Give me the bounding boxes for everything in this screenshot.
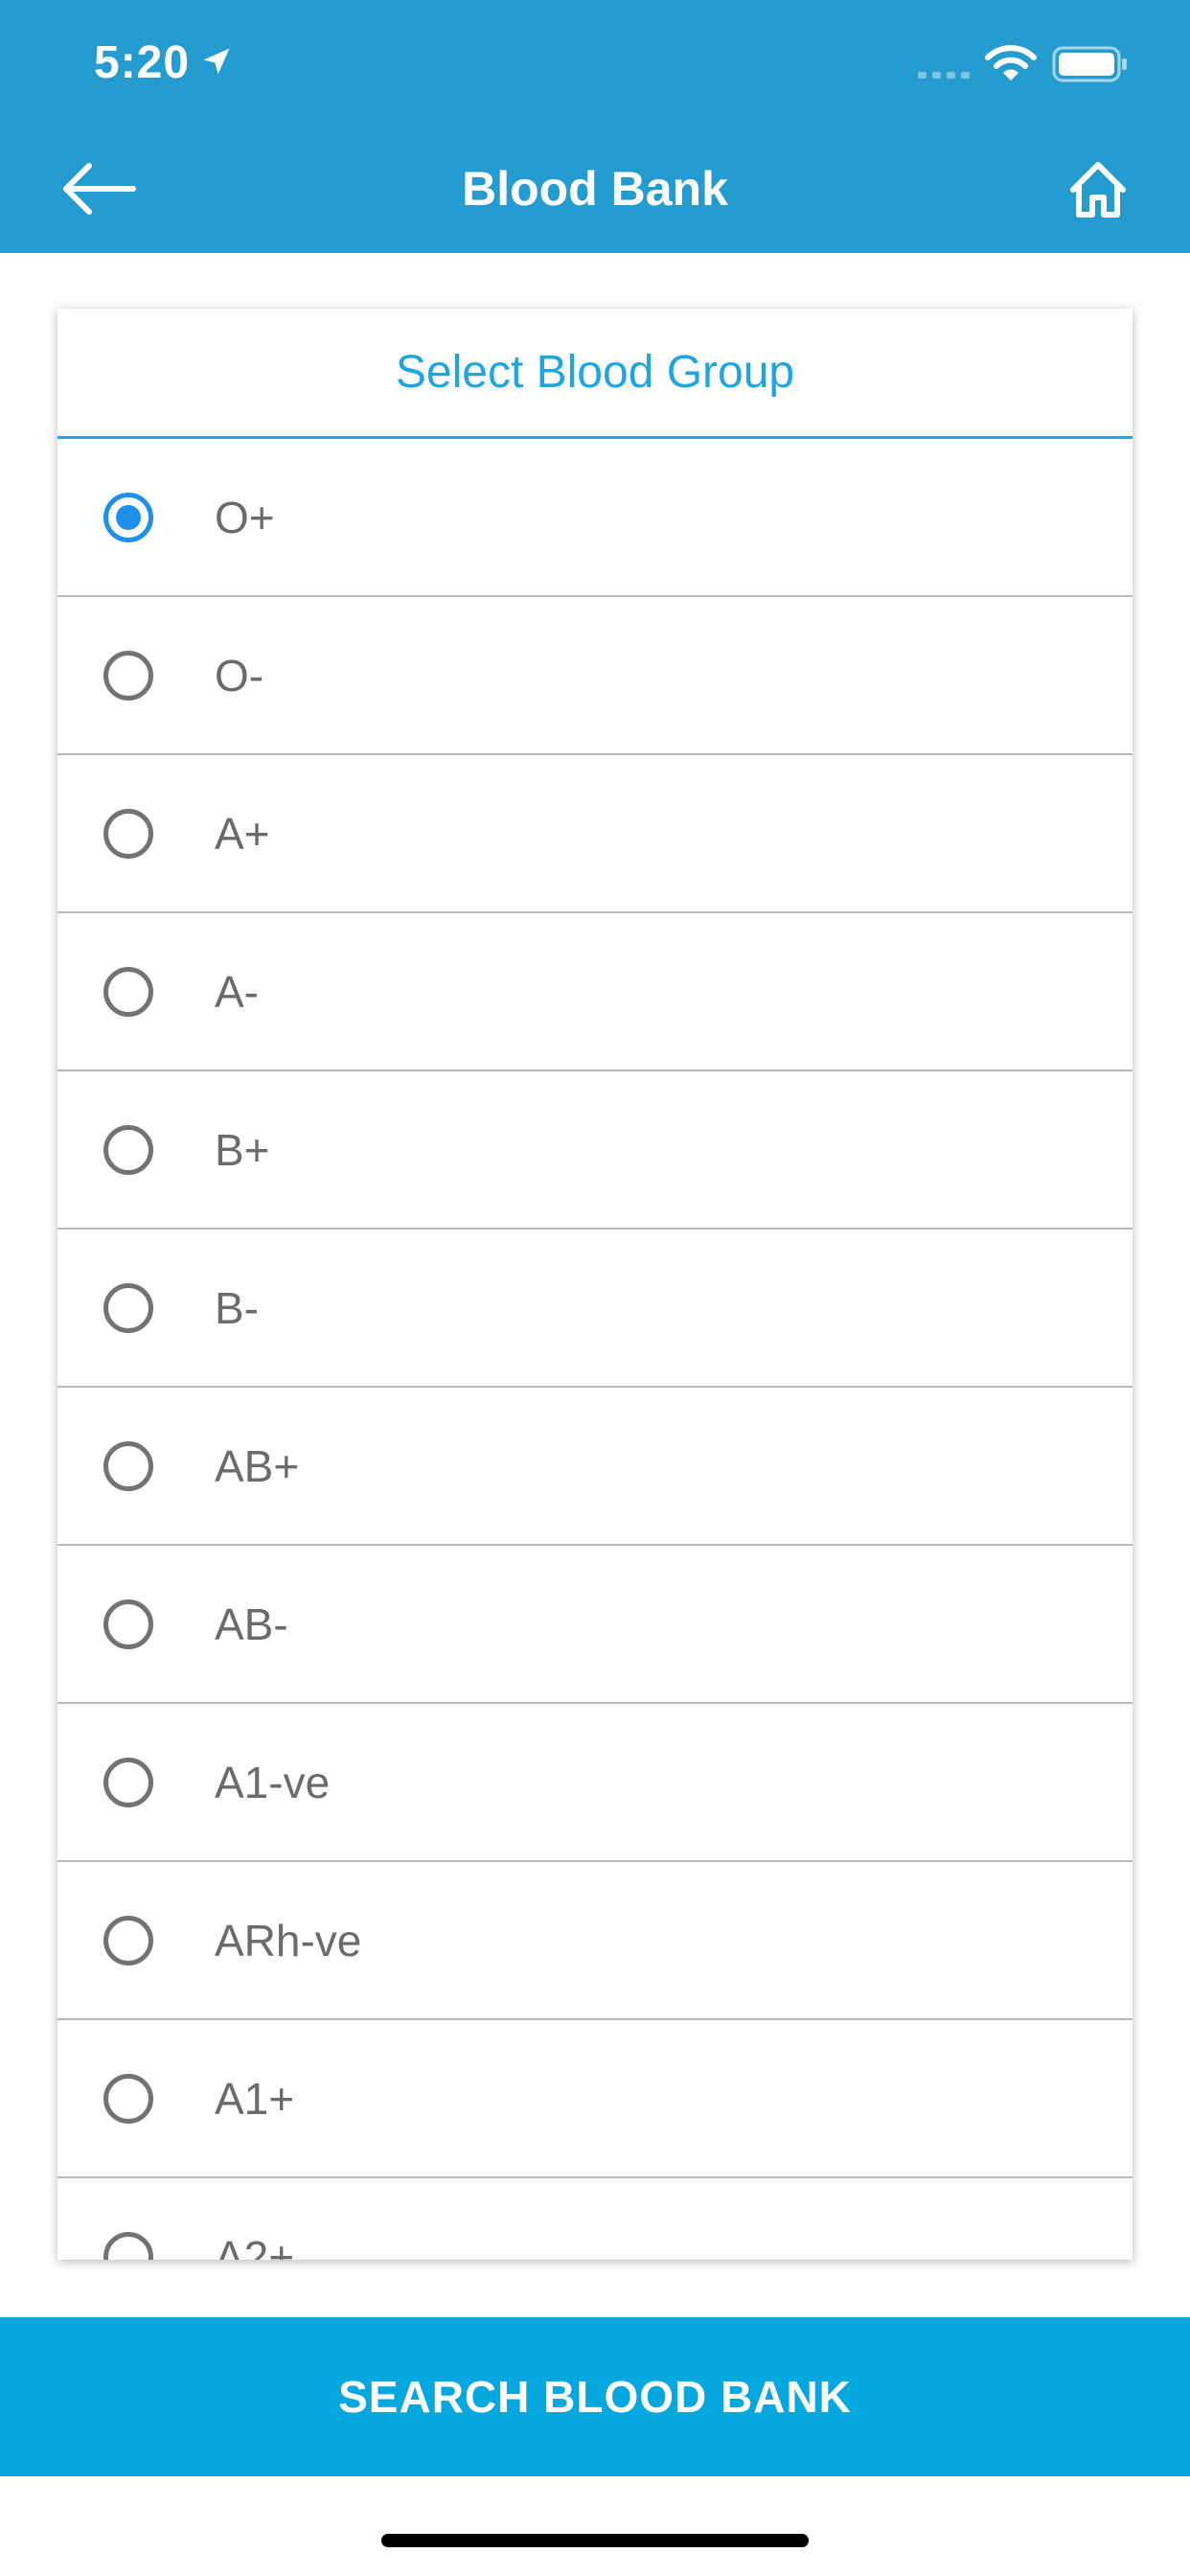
cellular-signal-icon [918, 72, 970, 79]
blood-group-option[interactable]: B- [57, 1230, 1133, 1388]
radio-icon[interactable] [103, 1440, 153, 1491]
wifi-icon [985, 45, 1037, 80]
blood-group-option[interactable]: O+ [57, 439, 1133, 597]
search-blood-bank-button[interactable]: SEARCH BLOOD BANK [0, 2317, 1190, 2476]
option-label: O- [215, 650, 264, 701]
radio-icon[interactable] [103, 650, 153, 701]
option-label: B- [215, 1282, 259, 1333]
option-label: O+ [215, 492, 275, 542]
top-bar: 5:20 Blood Bank [0, 0, 1190, 253]
location-arrow-icon [203, 48, 230, 75]
home-icon [1070, 162, 1126, 218]
blood-group-option[interactable]: A- [57, 913, 1133, 1071]
radio-icon[interactable] [103, 1757, 153, 1807]
option-label: A2+ [215, 2231, 295, 2261]
blood-group-option[interactable]: AB+ [57, 1388, 1133, 1546]
radio-icon[interactable] [103, 1598, 153, 1649]
battery-icon [1052, 46, 1127, 82]
radio-icon[interactable] [103, 1915, 153, 1966]
blood-group-option[interactable]: A+ [57, 755, 1133, 913]
radio-icon[interactable] [103, 2073, 153, 2124]
blood-group-option[interactable]: O- [57, 597, 1133, 755]
blood-group-option[interactable]: AB- [57, 1546, 1133, 1704]
status-time: 5:20 [94, 37, 191, 88]
option-label: B+ [215, 1124, 270, 1175]
radio-icon[interactable] [103, 1124, 153, 1175]
option-label: AB- [215, 1598, 288, 1649]
home-button[interactable] [1062, 153, 1134, 226]
blood-group-option[interactable]: A1-ve [57, 1704, 1133, 1862]
page-title: Blood Bank [462, 162, 728, 216]
option-label: A+ [215, 808, 270, 859]
blood-group-option[interactable]: A1+ [57, 2020, 1133, 2178]
option-label: AB+ [215, 1440, 300, 1491]
option-label: A1-ve [215, 1757, 331, 1807]
blood-group-option[interactable]: B+ [57, 1071, 1133, 1230]
blood-group-option[interactable]: A2+ [57, 2178, 1133, 2260]
radio-icon[interactable] [103, 2231, 153, 2260]
blood-group-option[interactable]: ARh-ve [57, 1862, 1133, 2020]
home-indicator [381, 2534, 809, 2547]
blood-group-list: O+ O- A+ A- B+ B- AB+ AB- A1-ve ARh-ve A… [57, 439, 1133, 2260]
radio-selected-icon[interactable] [103, 492, 153, 542]
radio-icon[interactable] [103, 808, 153, 859]
radio-icon[interactable] [103, 966, 153, 1017]
blood-group-header: Select Blood Group [57, 309, 1133, 439]
screen: 5:20 Blood Bank Select Blood Group O+ O-… [0, 0, 1190, 2576]
option-label: A1+ [215, 2073, 295, 2124]
option-label: ARh-ve [215, 1915, 362, 1966]
option-label: A- [215, 966, 259, 1017]
blood-group-card: Select Blood Group O+ O- A+ A- B+ B- AB+… [57, 309, 1133, 2260]
radio-icon[interactable] [103, 1282, 153, 1333]
